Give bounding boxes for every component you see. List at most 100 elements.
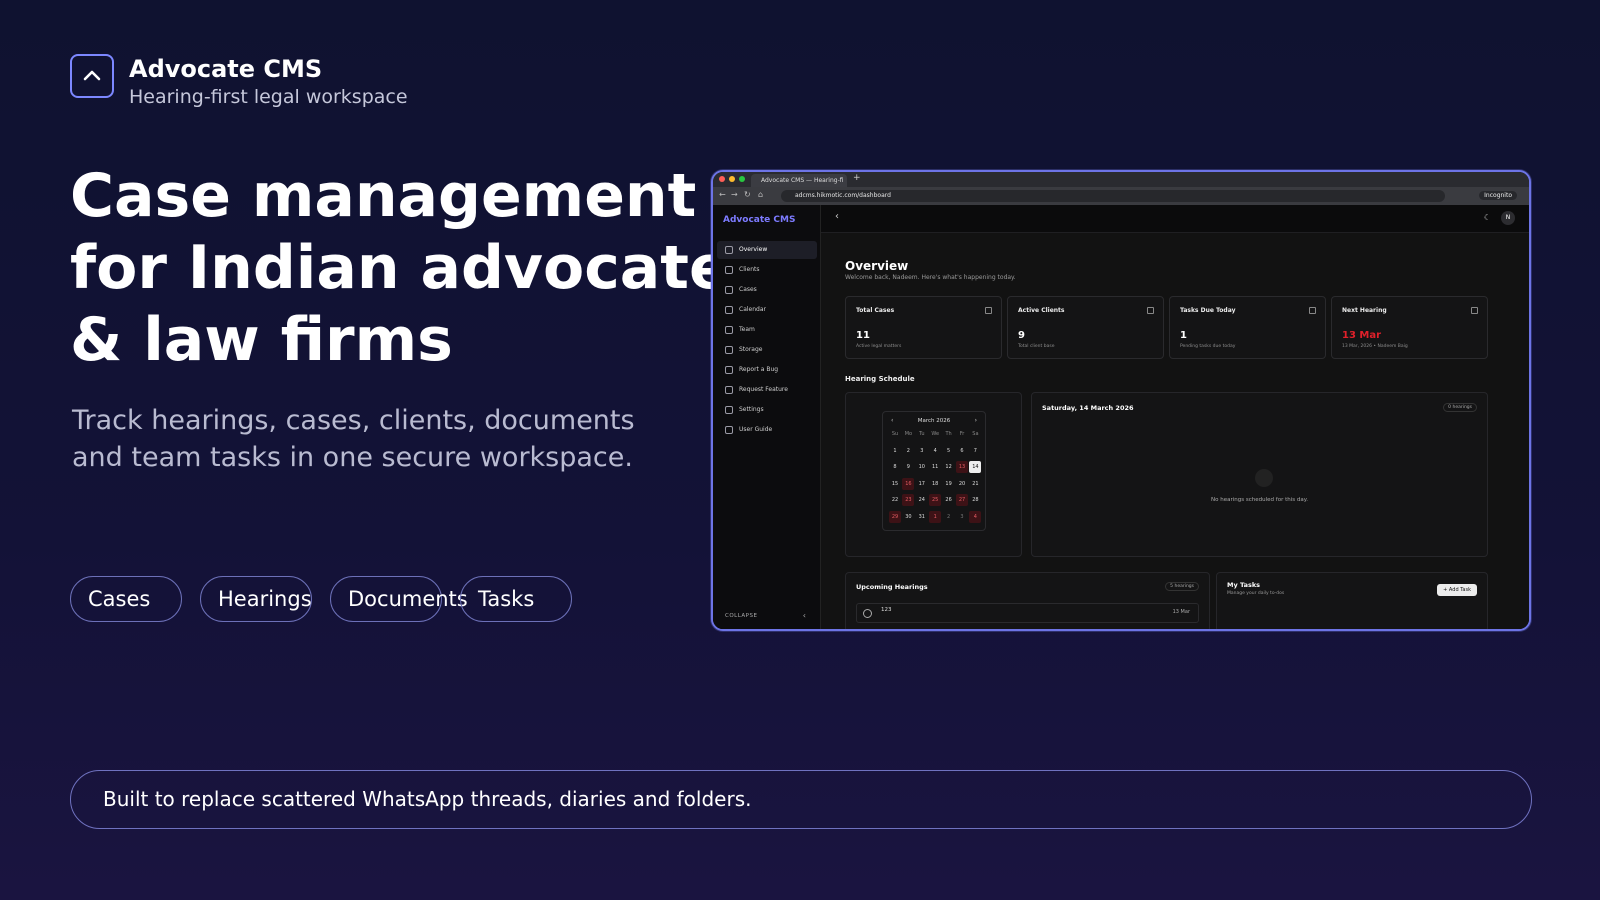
- dashboard-main: Overview Welcome back, Nadeem. Here's wh…: [821, 233, 1529, 629]
- sidebar-item-label: Storage: [739, 346, 763, 353]
- calendar-day: 31: [918, 514, 925, 520]
- calendar-day: 5: [947, 447, 951, 454]
- sidebar-item-label: Cases: [739, 286, 757, 293]
- sidebar-item-label: Calendar: [739, 306, 766, 313]
- maximize-dot-icon: [739, 176, 745, 182]
- back-icon: ←: [719, 190, 726, 199]
- collapse-label: COLLAPSE: [725, 613, 758, 619]
- card-note: Total client base: [1018, 344, 1055, 349]
- briefcase-icon: [725, 286, 733, 294]
- calendar-day: 22: [891, 497, 899, 504]
- tasks-title: My Tasks: [1227, 581, 1261, 589]
- grid-icon: [725, 246, 733, 254]
- book-icon: [725, 426, 733, 434]
- app-window: Advocate CMS Overview Clients Cases Cale…: [713, 205, 1529, 629]
- card-value: 11: [856, 330, 870, 341]
- footer-banner: Built to replace scattered WhatsApp thre…: [70, 770, 1532, 829]
- stat-card-next-hearing: Next Hearing 13 Mar 13 Mar, 2026 • Nadee…: [1331, 296, 1488, 359]
- users-icon: [1147, 307, 1154, 314]
- calendar-day: 30: [905, 514, 912, 520]
- forward-icon: →: [731, 190, 738, 199]
- home-icon: ⌂: [758, 190, 764, 199]
- sidebar-item-label: Settings: [739, 406, 764, 413]
- sidebar-item-user-guide: User Guide: [717, 421, 817, 439]
- month-calendar: ‹ March 2026 › Su Mo Tu We Th Fr Sa 1 2 3 4 5 6 7 8 9 10…: [882, 411, 986, 531]
- sidebar-item-storage: Storage: [717, 341, 817, 359]
- sidebar-item-settings: Settings: [717, 401, 817, 419]
- hero-title-line: & law firms: [70, 305, 453, 375]
- card-value: 1: [1180, 330, 1187, 341]
- calendar-day: 13: [956, 461, 968, 474]
- sidebar-item-label: Request Feature: [739, 386, 788, 393]
- new-tab-icon: +: [853, 173, 861, 183]
- calendar-icon: [725, 306, 733, 314]
- calendar-day: 28: [972, 497, 979, 504]
- briefcase-icon: [985, 307, 992, 314]
- chevron-up-logo-icon: [70, 54, 114, 98]
- calendar-day: 3: [960, 514, 964, 520]
- calendar-day: 3: [920, 447, 924, 454]
- hearing-row-title: 123: [881, 607, 892, 613]
- close-dot-icon: [719, 176, 725, 182]
- card-title: Total Cases: [856, 307, 895, 314]
- hero-subtitle-line: Track hearings, cases, clients, document…: [72, 405, 635, 436]
- add-task-button: + Add Task: [1437, 584, 1477, 596]
- stat-card-tasks-due: Tasks Due Today 1 Pending tasks due toda…: [1169, 296, 1326, 359]
- app-topbar: ‹ ☾ N: [821, 205, 1529, 233]
- calendar-day: 19: [945, 480, 952, 487]
- hero-subtitle: Track hearings, cases, clients, document…: [72, 402, 692, 476]
- upcoming-title: Upcoming Hearings: [856, 583, 928, 591]
- chip-tasks: Tasks: [460, 576, 572, 622]
- stat-card-active-clients: Active Clients 9 Total client base: [1007, 296, 1164, 359]
- card-value: 9: [1018, 330, 1025, 341]
- calendar-day: 1: [929, 511, 942, 523]
- calendar-day: 9: [906, 464, 910, 471]
- calendar-day: 20: [958, 480, 966, 487]
- sidebar-item-calendar: Calendar: [717, 301, 817, 319]
- hearing-row-date: 13 Mar: [1172, 609, 1190, 615]
- chip-documents: Documents: [330, 576, 468, 622]
- browser-tabbar: Advocate CMS — Hearing-fi +: [713, 172, 1529, 187]
- card-note: 13 Mar, 2026 • Nadeem Baig: [1342, 344, 1408, 349]
- calendar-day: 6: [960, 447, 964, 454]
- calendar-day: 16: [902, 477, 915, 490]
- hearing-row: 123 13 Mar: [856, 603, 1199, 623]
- calendar-day: 8: [893, 464, 897, 471]
- calendar-day: 17: [918, 480, 925, 487]
- weekday-label: Tu: [919, 431, 925, 437]
- checklist-icon: [1309, 307, 1316, 314]
- stat-card-total-cases: Total Cases 11 Active legal matters: [845, 296, 1002, 359]
- calendar-day: 11: [932, 464, 939, 471]
- brand-tagline: Hearing-first legal workspace: [129, 86, 408, 108]
- tasks-subtitle: Manage your daily to-dos: [1227, 591, 1285, 596]
- calendar-day: 29: [889, 511, 901, 523]
- gear-icon: [725, 406, 733, 414]
- calendar-day: 23: [902, 494, 915, 507]
- chevron-right-icon: ›: [974, 417, 977, 424]
- calendar-day: 25: [929, 494, 942, 507]
- clock-icon: [1255, 469, 1273, 487]
- weekday-label: Su: [891, 431, 899, 437]
- sidebar-item-label: Clients: [739, 266, 760, 273]
- sidebar-item-request-feature: Request Feature: [717, 381, 817, 399]
- sidebar-item-clients: Clients: [717, 261, 817, 279]
- team-icon: [725, 326, 733, 334]
- hearing-schedule-title: Hearing Schedule: [845, 375, 915, 383]
- calendar-day: 1: [893, 447, 897, 454]
- lightbulb-icon: [725, 386, 733, 394]
- card-note: Active legal matters: [856, 344, 902, 349]
- sidebar-item-cases: Cases: [717, 281, 817, 299]
- sidebar-item-label: User Guide: [739, 426, 773, 433]
- chip-cases: Cases: [70, 576, 182, 622]
- calendar-day: 7: [973, 447, 977, 454]
- reload-icon: ↻: [744, 190, 751, 199]
- minimize-dot-icon: [729, 176, 735, 182]
- app-screenshot: Advocate CMS — Hearing-fi + ← → ↻ ⌂ adcm…: [711, 170, 1531, 631]
- sidebar-item-label: Overview: [739, 246, 768, 253]
- day-panel: Saturday, 14 March 2026 0 hearings No he…: [1031, 392, 1488, 557]
- empty-state-text: No hearings scheduled for this day.: [1211, 497, 1308, 503]
- upcoming-count-badge: 5 hearings: [1165, 582, 1199, 591]
- calendar-day: 2: [947, 514, 951, 520]
- theme-toggle-icon: ☾: [1483, 213, 1491, 222]
- browser-tab: Advocate CMS — Hearing-fi: [751, 174, 847, 187]
